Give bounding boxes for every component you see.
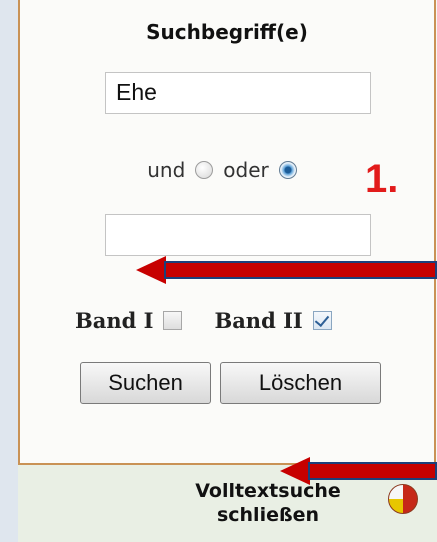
- arrow-head-icon: [278, 455, 311, 487]
- arrow-head-icon: [134, 254, 167, 286]
- and-label: und: [147, 158, 186, 182]
- annotation-number: 1.: [365, 157, 399, 201]
- band-i-label: Band I: [75, 307, 154, 333]
- arrow-body: [308, 462, 437, 480]
- close-fulltext-label: Volltextsuche schließen: [158, 479, 378, 527]
- close-fulltext-line-2: schließen: [216, 504, 320, 526]
- band-ii-label: Band II: [214, 307, 303, 333]
- left-arrow-annotation-2: [278, 455, 437, 487]
- left-sidebar-strip: [0, 0, 19, 542]
- search-terms-title: Suchbegriff(e): [146, 20, 308, 44]
- arrow-body: [164, 261, 437, 279]
- pie-chart-icon[interactable]: [388, 484, 418, 514]
- search-button[interactable]: Suchen: [80, 362, 211, 404]
- or-label: oder: [223, 158, 269, 182]
- band-i-checkbox[interactable]: [163, 310, 183, 330]
- and-radio[interactable]: [195, 161, 214, 179]
- or-radio[interactable]: [278, 161, 297, 179]
- search-term-input-1[interactable]: Ehe: [105, 72, 371, 114]
- band-ii-checkbox[interactable]: [312, 310, 332, 330]
- clear-button[interactable]: Löschen: [220, 362, 381, 404]
- search-term-input-2[interactable]: [105, 214, 371, 256]
- volume-selector: Band I Band II: [75, 305, 332, 335]
- left-arrow-annotation-1: [134, 254, 437, 286]
- fulltext-search-panel: Suchbegriff(e) Ehe und oder Band I Band …: [18, 0, 436, 465]
